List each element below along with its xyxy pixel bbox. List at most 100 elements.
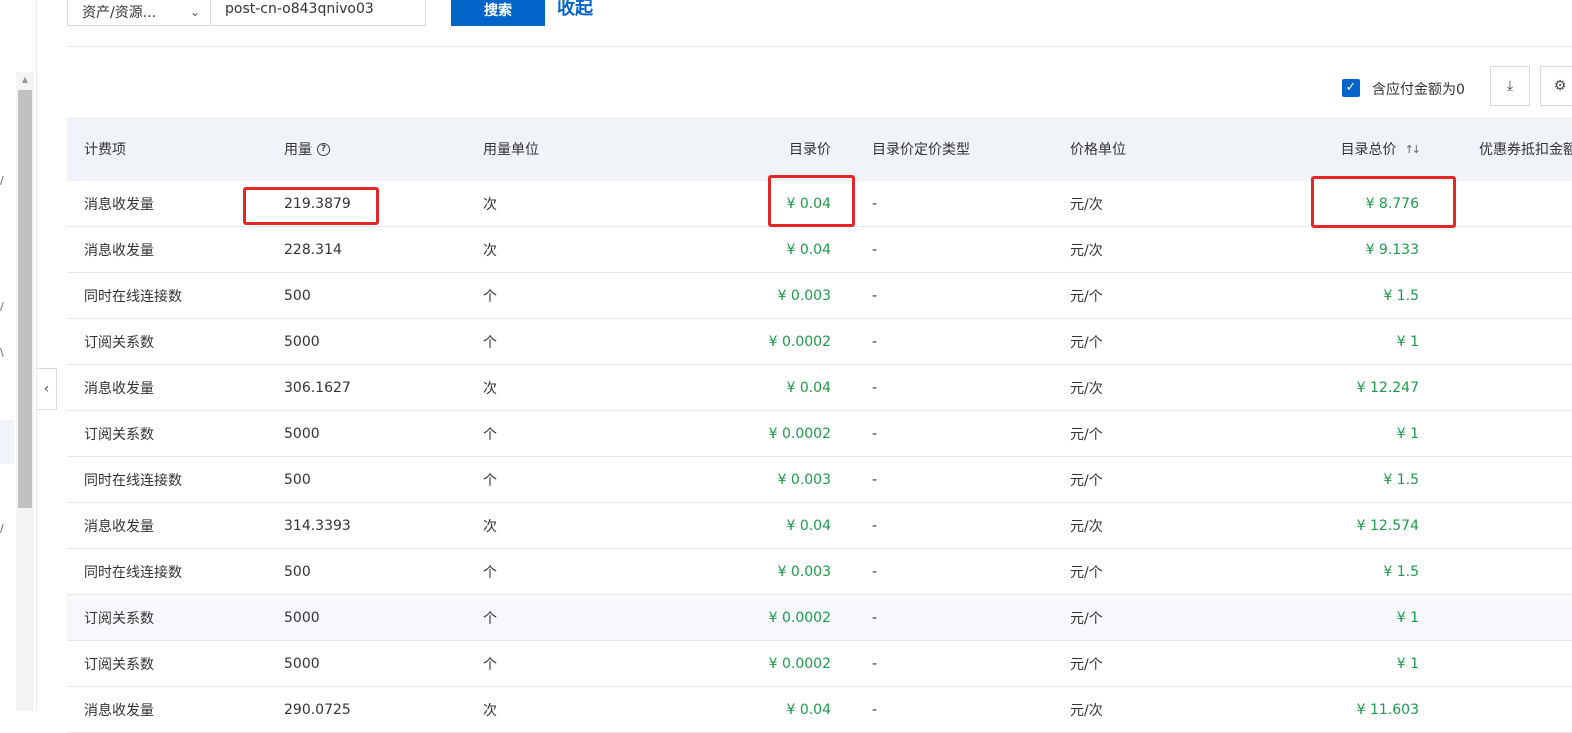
cell-usage-unit: 个	[483, 472, 497, 489]
collapse-sidebar-button[interactable]: ‹	[37, 368, 57, 410]
table-row[interactable]: 消息收发量 290.0725 次 ¥ 0.04 - 元/次 ¥ 11.603	[67, 687, 1572, 733]
sort-icon[interactable]: ↑↓	[1405, 143, 1422, 156]
table-row[interactable]: 订阅关系数 5000 个 ¥ 0.0002 - 元/个 ¥ 1	[67, 641, 1572, 687]
cell-pricing-type: -	[872, 609, 878, 626]
col-header-coupon: 优惠券抵扣金额	[1479, 142, 1572, 158]
cell-pricing-type: -	[872, 195, 878, 212]
cell-pricing-type: -	[872, 333, 878, 350]
col-header-list-total[interactable]: 目录总价 ↑↓	[1247, 117, 1422, 181]
cell-list-total: ¥ 1.5	[1383, 287, 1419, 304]
cell-item: 同时在线连接数	[84, 288, 182, 305]
cell-list-price: ¥ 0.003	[777, 287, 831, 304]
col-header-usage: 用量 ?	[284, 117, 330, 181]
cell-item: 消息收发量	[84, 702, 154, 719]
cell-price-unit: 元/个	[1070, 564, 1103, 581]
sidebar-scrollbar[interactable]: ▲	[16, 72, 34, 711]
table-row[interactable]: 消息收发量 306.1627 次 ¥ 0.04 - 元/次 ¥ 12.247	[67, 365, 1572, 411]
cell-price-unit: 元/次	[1070, 380, 1103, 397]
cell-list-total: ¥ 1	[1396, 609, 1419, 626]
cell-list-price: ¥ 0.003	[777, 471, 831, 488]
col-header-usage-unit: 用量单位	[483, 142, 539, 158]
check-icon: ✓	[1345, 80, 1357, 95]
settings-button[interactable]: ⚙	[1540, 66, 1572, 106]
cell-list-total: ¥ 9.133	[1365, 241, 1419, 258]
highlight-usage	[243, 187, 379, 225]
settings-icon: ⚙	[1553, 78, 1567, 94]
cell-price-unit: 元/个	[1070, 288, 1103, 305]
scroll-up-icon[interactable]: ▲	[16, 72, 34, 88]
cell-list-total: ¥ 1	[1396, 425, 1419, 442]
col-header-pricing-type: 目录价定价类型	[872, 142, 970, 158]
include-zero-label[interactable]: 含应付金额为0	[1372, 79, 1465, 99]
left-rail: / / \ / ▲	[0, 0, 37, 711]
cell-price-unit: 元/个	[1070, 656, 1103, 673]
cell-list-total: ¥ 12.574	[1356, 517, 1419, 534]
search-input[interactable]: post-cn-o843qnivo03	[211, 0, 426, 26]
col-header-price-unit: 价格单位	[1070, 142, 1126, 158]
cell-usage-unit: 次	[483, 242, 497, 259]
table-row[interactable]: 订阅关系数 5000 个 ¥ 0.0002 - 元/个 ¥ 1	[67, 595, 1572, 641]
cell-usage-unit: 个	[483, 564, 497, 581]
collapse-filter-link[interactable]: 收起	[557, 0, 593, 20]
scroll-thumb[interactable]	[18, 90, 32, 508]
cell-usage-unit: 次	[483, 196, 497, 213]
cell-list-price: ¥ 0.04	[786, 379, 831, 396]
download-icon: ⤓	[1506, 78, 1514, 94]
cell-usage: 500	[284, 563, 311, 580]
cell-list-total: ¥ 1	[1396, 333, 1419, 350]
cell-usage-unit: 次	[483, 702, 497, 719]
cell-list-price: ¥ 0.04	[786, 241, 831, 258]
table-row[interactable]: 同时在线连接数 500 个 ¥ 0.003 - 元/个 ¥ 1.5	[67, 273, 1572, 319]
cell-list-total: ¥ 12.247	[1356, 379, 1419, 396]
cell-pricing-type: -	[872, 425, 878, 442]
table-row[interactable]: 消息收发量 228.314 次 ¥ 0.04 - 元/次 ¥ 9.133	[67, 227, 1572, 273]
help-icon[interactable]: ?	[317, 142, 330, 156]
cell-pricing-type: -	[872, 517, 878, 534]
rail-fragment: /	[0, 522, 4, 535]
download-button[interactable]: ⤓	[1490, 66, 1530, 106]
table-row[interactable]: 消息收发量 314.3393 次 ¥ 0.04 - 元/次 ¥ 12.574	[67, 503, 1572, 549]
table-row[interactable]: 同时在线连接数 500 个 ¥ 0.003 - 元/个 ¥ 1.5	[67, 457, 1572, 503]
cell-list-price: ¥ 0.04	[786, 701, 831, 718]
search-bar: 资产/资源... ⌄ post-cn-o843qnivo03	[67, 0, 426, 26]
cell-pricing-type: -	[872, 563, 878, 580]
rail-fragment: /	[0, 300, 4, 313]
cell-price-unit: 元/次	[1070, 702, 1103, 719]
cell-usage: 228.314	[284, 241, 342, 258]
cell-item: 消息收发量	[84, 518, 154, 535]
cell-item: 订阅关系数	[84, 426, 154, 443]
cell-item: 同时在线连接数	[84, 472, 182, 489]
cell-usage: 500	[284, 287, 311, 304]
rail-fragment: /	[0, 174, 4, 187]
cell-list-total: ¥ 1.5	[1383, 563, 1419, 580]
cell-pricing-type: -	[872, 287, 878, 304]
search-button[interactable]: 搜索	[451, 0, 545, 26]
cell-pricing-type: -	[872, 379, 878, 396]
cell-pricing-type: -	[872, 701, 878, 718]
table-row[interactable]: 订阅关系数 5000 个 ¥ 0.0002 - 元/个 ¥ 1	[67, 319, 1572, 365]
table-row[interactable]: 同时在线连接数 500 个 ¥ 0.003 - 元/个 ¥ 1.5	[67, 549, 1572, 595]
cell-usage: 5000	[284, 425, 320, 442]
cell-usage: 314.3393	[284, 517, 351, 534]
rail-active-item[interactable]	[0, 420, 14, 464]
cell-item: 订阅关系数	[84, 334, 154, 351]
cell-price-unit: 元/次	[1070, 518, 1103, 535]
search-scope-value: 资产/资源...	[82, 5, 157, 21]
include-zero-checkbox[interactable]: ✓	[1342, 79, 1360, 97]
cell-list-price: ¥ 0.04	[786, 517, 831, 534]
cell-usage: 5000	[284, 655, 320, 672]
cell-pricing-type: -	[872, 655, 878, 672]
cell-usage-unit: 个	[483, 334, 497, 351]
cell-usage-unit: 个	[483, 426, 497, 443]
search-scope-select[interactable]: 资产/资源... ⌄	[67, 0, 211, 26]
cell-usage-unit: 个	[483, 288, 497, 305]
cell-usage: 306.1627	[284, 379, 351, 396]
cell-price-unit: 元/个	[1070, 426, 1103, 443]
cell-item: 消息收发量	[84, 242, 154, 259]
cell-list-price: ¥ 0.0002	[768, 609, 831, 626]
cell-list-total: ¥ 1	[1396, 655, 1419, 672]
table-row[interactable]: 订阅关系数 5000 个 ¥ 0.0002 - 元/个 ¥ 1	[67, 411, 1572, 457]
table-body: 消息收发量 219.3879 次 ¥ 0.04- 元/次 ¥ 8.776 消息收发量 228.…	[67, 181, 1572, 733]
cell-list-price: ¥ 0.0002	[768, 425, 831, 442]
cell-usage: 290.0725	[284, 701, 351, 718]
